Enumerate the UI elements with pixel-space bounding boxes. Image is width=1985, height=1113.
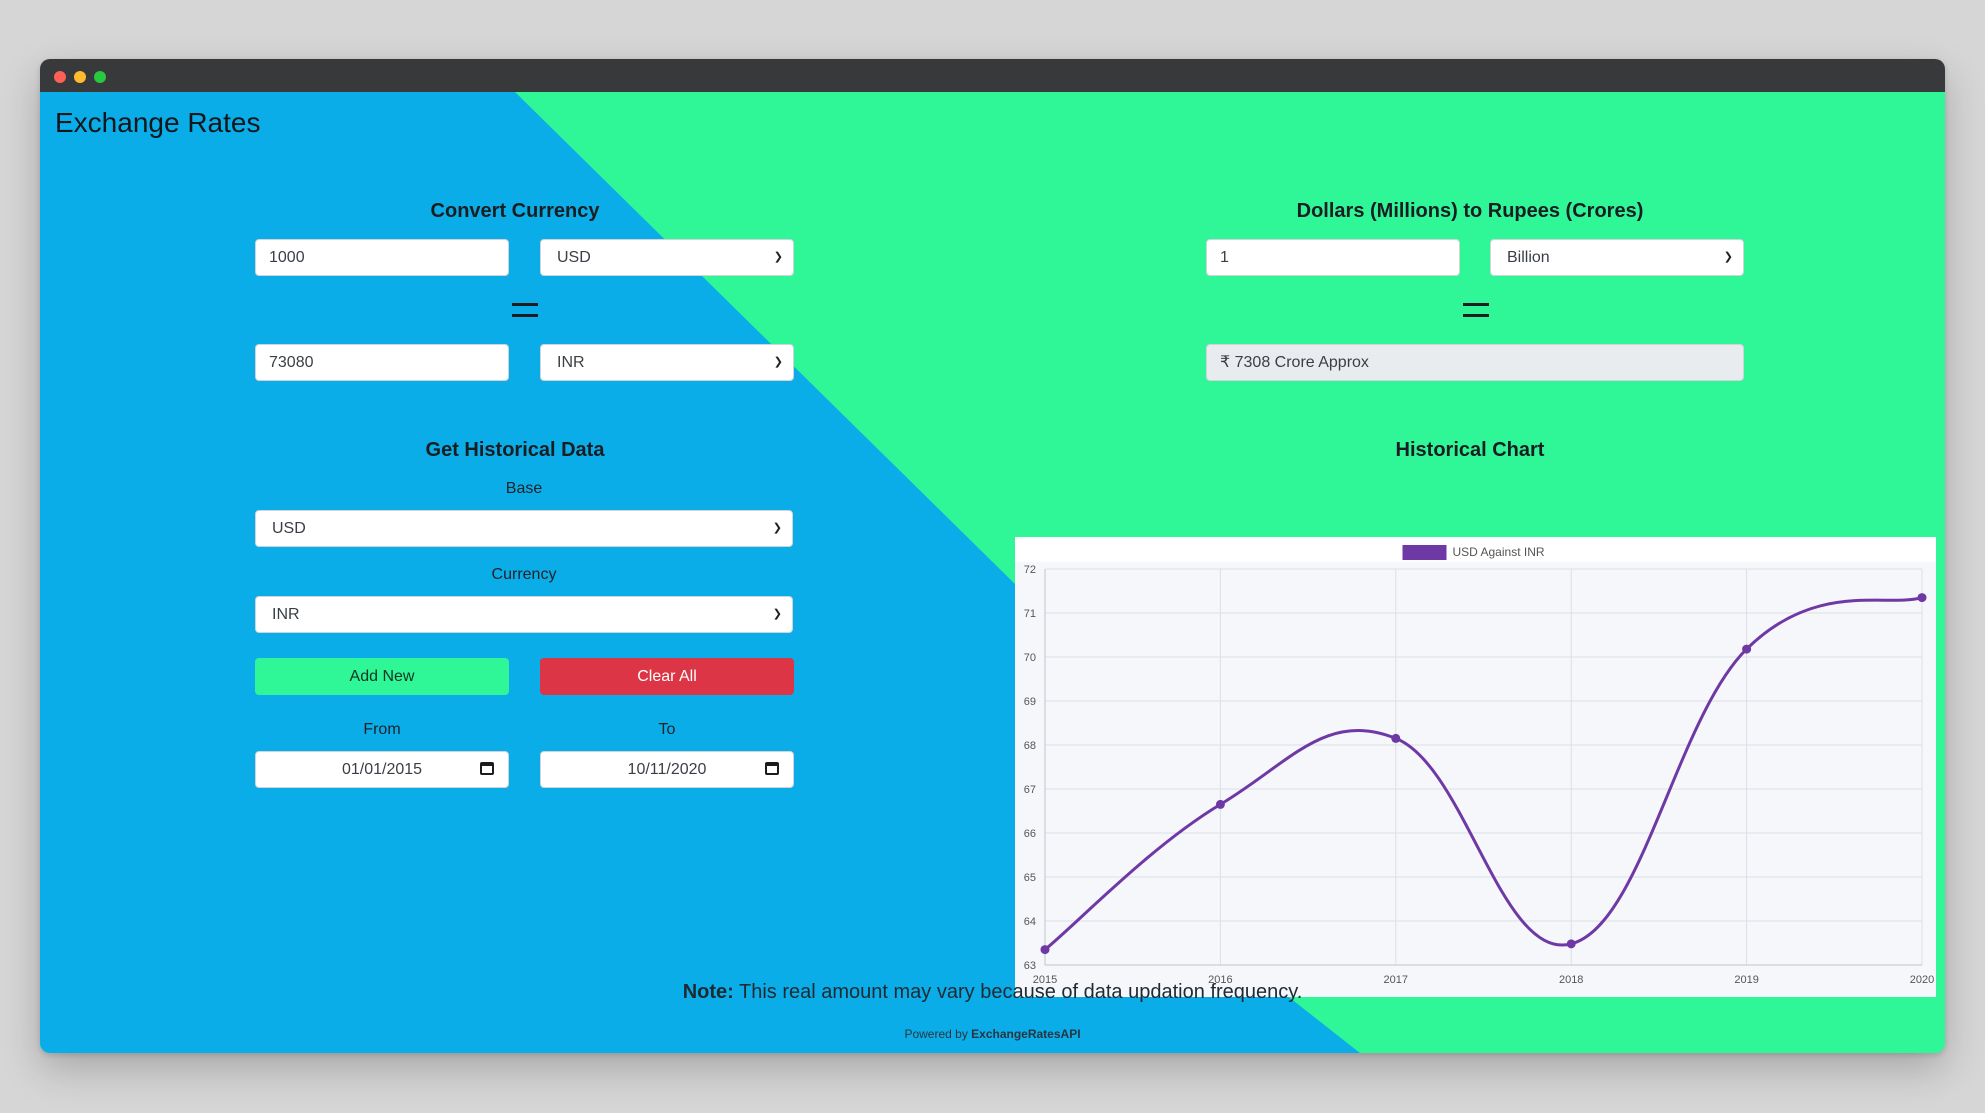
calendar-icon[interactable] <box>765 762 779 775</box>
target-currency-select[interactable]: INR ❯ <box>255 596 793 633</box>
base-label: Base <box>505 480 543 497</box>
calendar-icon[interactable] <box>480 762 494 775</box>
dollars-unit-select[interactable]: Billion ❯ <box>1490 239 1744 276</box>
powered-brand-link[interactable]: ExchangeRatesAPI <box>971 1027 1080 1041</box>
data-point <box>1215 799 1225 809</box>
data-point <box>1391 733 1401 743</box>
note-text: This real amount may vary because of dat… <box>733 981 1303 1003</box>
window-titlebar <box>40 59 1945 92</box>
chevron-down-icon: ❯ <box>1723 251 1733 263</box>
convert-from-currency-value: USD <box>557 249 591 266</box>
historical-chart-title: Historical Chart <box>1395 439 1545 461</box>
equals-icon <box>1463 303 1489 317</box>
y-tick-label: 65 <box>1024 872 1036 884</box>
to-date-value: 10/11/2020 <box>627 761 707 778</box>
minimize-window-icon[interactable] <box>74 71 86 83</box>
chevron-down-icon: ❯ <box>772 522 782 534</box>
convert-from-currency-select[interactable]: USD ❯ <box>540 239 794 276</box>
footer-note: Note: This real amount may vary because … <box>40 981 1945 1004</box>
from-date-value: 01/01/2015 <box>341 761 423 778</box>
to-date-input[interactable]: 10/11/2020 <box>540 751 794 788</box>
y-tick-label: 71 <box>1024 608 1036 620</box>
chevron-down-icon: ❯ <box>773 251 783 263</box>
data-point <box>1742 644 1752 654</box>
currency-label: Currency <box>491 566 557 583</box>
data-point <box>1566 939 1576 949</box>
add-new-button[interactable]: Add New <box>255 658 509 695</box>
from-date-input[interactable]: 01/01/2015 <box>255 751 509 788</box>
y-tick-label: 70 <box>1024 652 1036 664</box>
equals-icon <box>512 303 538 317</box>
data-point <box>1040 945 1050 955</box>
dollars-to-rupees-title: Dollars (Millions) to Rupees (Crores) <box>1296 200 1644 222</box>
browser-window: Exchange Rates Convert Currency 1000 USD… <box>40 59 1945 1053</box>
y-tick-label: 63 <box>1024 960 1036 972</box>
close-window-icon[interactable] <box>54 71 66 83</box>
convert-result-input[interactable]: 73080 <box>255 344 509 381</box>
convert-to-currency-select[interactable]: INR ❯ <box>540 344 794 381</box>
y-tick-label: 68 <box>1024 740 1036 752</box>
dollars-amount-input[interactable]: 1 <box>1206 239 1460 276</box>
powered-prefix: Powered by <box>904 1027 972 1041</box>
y-tick-label: 66 <box>1024 828 1036 840</box>
data-point <box>1917 593 1927 603</box>
maximize-window-icon[interactable] <box>94 71 106 83</box>
y-tick-label: 72 <box>1024 564 1036 576</box>
legend-swatch <box>1402 545 1447 560</box>
app-content: Exchange Rates Convert Currency 1000 USD… <box>40 92 1945 1053</box>
from-date-label: From <box>363 721 401 738</box>
target-currency-value: INR <box>272 606 300 623</box>
convert-to-currency-value: INR <box>557 354 585 371</box>
dollars-unit-value: Billion <box>1507 249 1550 266</box>
historical-data-title: Get Historical Data <box>425 439 605 461</box>
base-currency-value: USD <box>272 520 306 537</box>
note-label: Note: <box>682 981 734 1003</box>
y-tick-label: 64 <box>1024 916 1036 928</box>
chevron-down-icon: ❯ <box>772 608 782 620</box>
y-tick-label: 69 <box>1024 696 1036 708</box>
clear-all-button[interactable]: Clear All <box>540 658 794 695</box>
app-title: Exchange Rates <box>55 107 261 138</box>
convert-currency-title: Convert Currency <box>430 200 600 222</box>
y-tick-label: 67 <box>1024 784 1036 796</box>
chevron-down-icon: ❯ <box>773 356 783 368</box>
historical-chart: 63 64 65 66 67 68 69 70 71 72 2015 2016 2017 2018 2019… <box>1015 537 1936 997</box>
convert-amount-input[interactable]: 1000 <box>255 239 509 276</box>
to-date-label: To <box>658 721 676 738</box>
base-currency-select[interactable]: USD ❯ <box>255 510 793 547</box>
chart-canvas: 636465666768697071722015 2016 2017 2018 2019… <box>1015 537 1936 997</box>
rupees-result-field: ₹ 7308 Crore Approx <box>1206 344 1744 381</box>
legend-label: USD Against INR <box>1453 545 1545 559</box>
powered-by: Powered by ExchangeRatesAPI <box>40 1027 1945 1041</box>
chart-background <box>1015 537 1936 997</box>
